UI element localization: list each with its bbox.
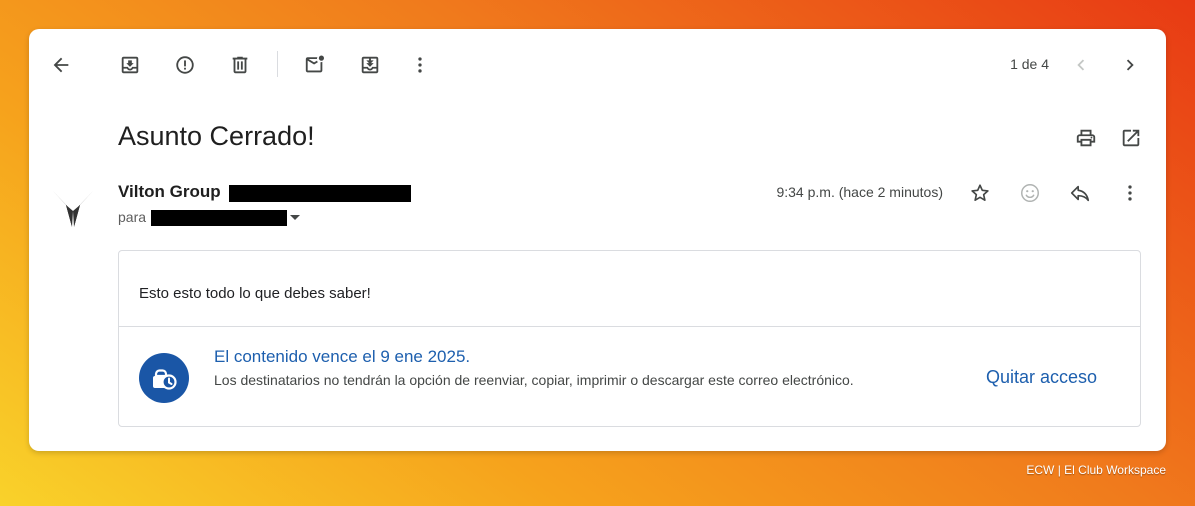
delete-button[interactable] bbox=[224, 49, 256, 81]
watermark-credit: ECW | El Club Workspace bbox=[1026, 463, 1166, 477]
more-options-button[interactable] bbox=[404, 49, 436, 81]
emoji-icon bbox=[1021, 184, 1039, 202]
more-vert-icon bbox=[1128, 185, 1132, 201]
remove-access-link[interactable]: Quitar acceso bbox=[986, 367, 1097, 388]
message-body-box: Esto esto todo lo que debes saber! El co… bbox=[118, 250, 1141, 427]
archive-button[interactable] bbox=[114, 49, 146, 81]
redacted-sender-email bbox=[229, 185, 411, 202]
sender-avatar[interactable] bbox=[51, 187, 95, 231]
redacted-recipient bbox=[151, 210, 287, 226]
trash-icon bbox=[232, 56, 248, 74]
newer-button[interactable] bbox=[1065, 49, 1097, 81]
message-body-text: Esto esto todo lo que debes saber! bbox=[139, 285, 371, 302]
report-spam-icon bbox=[176, 56, 194, 74]
message-more-button[interactable] bbox=[1114, 177, 1146, 209]
toolbar-divider bbox=[277, 51, 278, 77]
reply-button[interactable] bbox=[1064, 177, 1096, 209]
email-timestamp: 9:34 p.m. (hace 2 minutos) bbox=[776, 184, 943, 200]
star-button[interactable] bbox=[964, 177, 996, 209]
older-button[interactable] bbox=[1114, 49, 1146, 81]
open-new-window-button[interactable] bbox=[1115, 122, 1147, 154]
mark-unread-icon bbox=[305, 55, 324, 73]
add-reaction-button[interactable] bbox=[1014, 177, 1046, 209]
more-vert-icon bbox=[418, 57, 422, 73]
expiration-title: El contenido vence el 9 ene 2025. bbox=[214, 347, 471, 366]
star-icon bbox=[971, 184, 989, 201]
report-spam-button[interactable] bbox=[169, 49, 201, 81]
chevron-down-icon[interactable] bbox=[289, 212, 301, 224]
pager-count: 1 de 4 bbox=[1010, 56, 1049, 72]
email-card: 1 de 4 Asunto Cerrado! Vilton Group para… bbox=[29, 29, 1166, 451]
box-divider bbox=[119, 326, 1140, 327]
chevron-right-icon bbox=[1126, 59, 1134, 71]
expiration-description: Los destinatarios no tendrán la opción d… bbox=[214, 372, 854, 388]
print-icon bbox=[1076, 129, 1096, 147]
move-to-inbox-button[interactable] bbox=[354, 49, 386, 81]
back-button[interactable] bbox=[45, 49, 77, 81]
reply-icon bbox=[1070, 185, 1090, 202]
move-to-inbox-icon bbox=[361, 56, 379, 74]
email-subject: Asunto Cerrado! bbox=[118, 121, 315, 151]
sender-name[interactable]: Vilton Group bbox=[118, 182, 221, 202]
mark-unread-button[interactable] bbox=[299, 49, 331, 81]
recipient-label: para bbox=[118, 209, 147, 225]
lock-clock-icon bbox=[153, 369, 177, 390]
confidential-badge bbox=[139, 353, 189, 403]
chevron-left-icon bbox=[1077, 59, 1085, 71]
print-button[interactable] bbox=[1070, 122, 1102, 154]
archive-icon bbox=[121, 56, 139, 74]
arrow-left-icon bbox=[53, 57, 69, 73]
open-in-new-icon bbox=[1122, 129, 1140, 147]
